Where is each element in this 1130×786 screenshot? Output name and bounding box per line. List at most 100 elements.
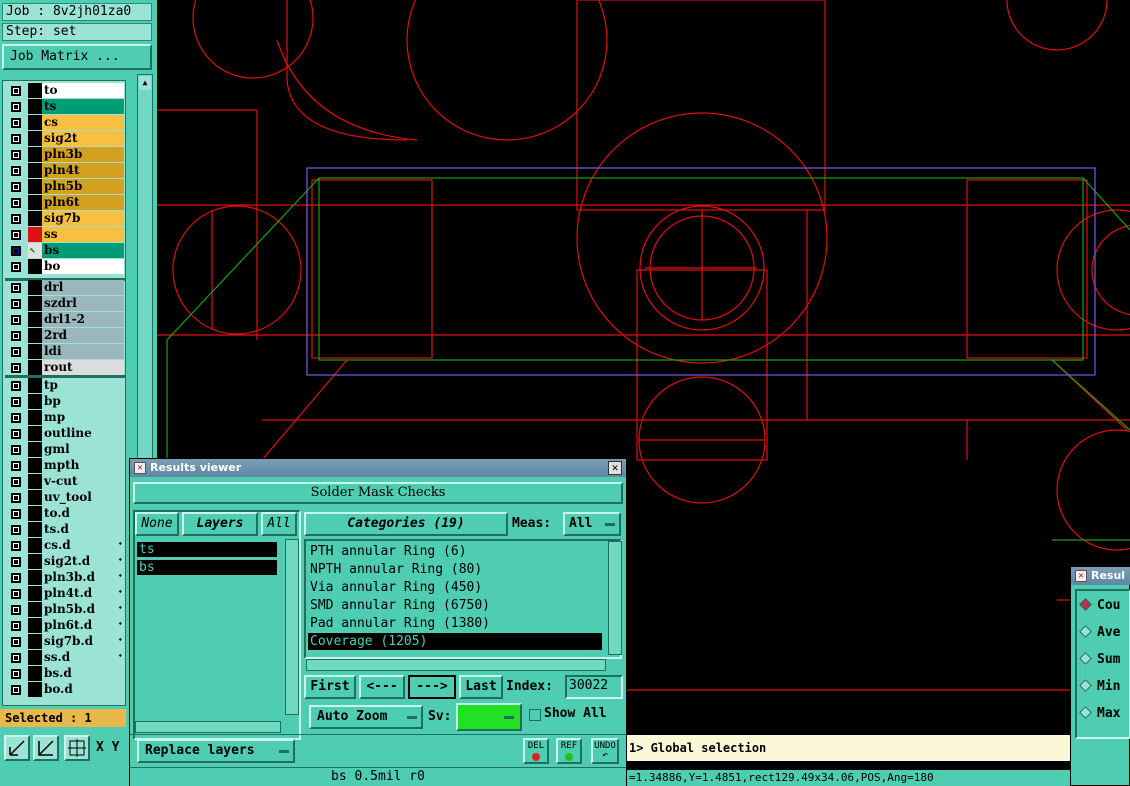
layer-checkbox[interactable] — [11, 262, 21, 272]
index-field[interactable]: 30022 — [565, 675, 623, 699]
layer-checkbox[interactable] — [11, 589, 21, 599]
layer-state-marker[interactable] — [28, 115, 42, 130]
layer-name[interactable]: sig7b — [42, 211, 124, 226]
category-item[interactable]: Pad annular Ring (1380) — [308, 615, 602, 632]
layer-row[interactable]: cs.d ⬩ — [5, 538, 125, 554]
layer-name[interactable]: ldi — [42, 344, 124, 359]
next-button[interactable]: ---> — [408, 675, 456, 699]
layer-name[interactable]: uv_tool — [42, 490, 124, 505]
layer-row[interactable]: pln6t.d ⬩ — [5, 618, 125, 634]
layer-row[interactable]: sig7b.d ⬩ — [5, 634, 125, 650]
layer-checkbox[interactable] — [11, 283, 21, 293]
stats-option[interactable]: Max — [1079, 705, 1129, 723]
layer-checkbox[interactable] — [11, 477, 21, 487]
category-item[interactable]: SMD annular Ring (6750) — [308, 597, 602, 614]
layer-row[interactable]: uv_tool — [5, 490, 125, 506]
layer-row[interactable]: pln3b.d ⬩ — [5, 570, 125, 586]
layer-checkbox[interactable] — [11, 214, 21, 224]
layers-scrollbar[interactable] — [285, 539, 299, 715]
check-name-button[interactable]: Solder Mask Checks — [133, 482, 623, 504]
layer-state-marker[interactable] — [28, 602, 42, 617]
replace-layers-select[interactable]: Replace layers — [137, 739, 295, 763]
layer-row[interactable]: sig2t.d ⬩ — [5, 554, 125, 570]
layer-name[interactable]: v-cut — [42, 474, 124, 489]
layer-checkbox[interactable] — [11, 347, 21, 357]
layer-row[interactable]: bo — [5, 259, 125, 275]
layer-state-marker[interactable] — [28, 682, 42, 697]
layer-state-marker[interactable] — [28, 312, 42, 327]
job-matrix-button[interactable]: Job Matrix ... — [2, 44, 152, 70]
layer-name[interactable]: ss.d — [42, 650, 124, 665]
category-item[interactable]: PTH annular Ring (6) — [308, 543, 602, 560]
undo-button[interactable]: UNDO ↶ — [591, 738, 619, 764]
layer-checkbox[interactable] — [11, 166, 21, 176]
layer-name[interactable]: cs.d — [42, 538, 124, 553]
layer-name[interactable]: bs — [42, 243, 124, 258]
scroll-up-icon[interactable]: ▲ — [139, 76, 151, 90]
layer-checkbox[interactable] — [11, 397, 21, 407]
layer-checkbox[interactable] — [11, 461, 21, 471]
layer-name[interactable]: ts.d — [42, 522, 124, 537]
layer-checkbox[interactable] — [11, 509, 21, 519]
delete-button[interactable]: DEL — [523, 738, 549, 764]
layer-state-marker[interactable] — [28, 618, 42, 633]
categories-scrollbar[interactable] — [608, 541, 622, 655]
layer-state-marker[interactable] — [28, 378, 42, 393]
layer-row[interactable]: gml — [5, 442, 125, 458]
layer-state-marker[interactable] — [28, 458, 42, 473]
layer-name[interactable]: sig2t — [42, 131, 124, 146]
layer-checkbox[interactable] — [11, 669, 21, 679]
layer-row[interactable]: ss.d ⬩ — [5, 650, 125, 666]
layer-state-marker[interactable] — [28, 522, 42, 537]
layer-state-marker[interactable] — [28, 554, 42, 569]
layer-row[interactable]: pln4t.d ⬩ — [5, 586, 125, 602]
layer-name[interactable]: pln6t.d — [42, 618, 124, 633]
layer-name[interactable]: drl — [42, 280, 124, 295]
layer-row[interactable]: to — [5, 83, 125, 99]
layer-state-marker[interactable] — [28, 259, 42, 274]
layer-name[interactable]: mpth — [42, 458, 124, 473]
severity-select[interactable] — [456, 703, 522, 731]
layer-checkbox[interactable] — [11, 331, 21, 341]
layer-row[interactable]: bo.d — [5, 682, 125, 698]
layer-state-marker[interactable] — [28, 99, 42, 114]
layer-checkbox[interactable] — [11, 653, 21, 663]
layer-row[interactable]: pln6t — [5, 195, 125, 211]
category-item[interactable]: Via annular Ring (450) — [308, 579, 602, 596]
meas-select[interactable]: All — [563, 512, 621, 536]
layer-row[interactable]: pln5b — [5, 179, 125, 195]
layer-name[interactable]: pln6t — [42, 195, 124, 210]
layer-name[interactable]: pln4t.d — [42, 586, 124, 601]
layer-name[interactable]: pln3b.d — [42, 570, 124, 585]
layer-checkbox[interactable] — [11, 413, 21, 423]
zoom-area-icon[interactable] — [4, 735, 30, 761]
layer-row[interactable]: sig7b — [5, 211, 125, 227]
work-layer-arrow-icon[interactable]: ⬉ — [28, 243, 42, 258]
layer-result-item[interactable]: bs — [137, 560, 277, 575]
layer-name[interactable]: pln5b — [42, 179, 124, 194]
layer-checkbox[interactable] — [11, 605, 21, 615]
layer-checkbox[interactable] — [11, 102, 21, 112]
layer-state-marker[interactable] — [28, 506, 42, 521]
layer-checkbox[interactable] — [11, 685, 21, 695]
layer-result-item[interactable]: ts — [137, 542, 277, 557]
layer-name[interactable]: gml — [42, 442, 124, 457]
layer-row[interactable]: v-cut — [5, 474, 125, 490]
layer-name[interactable]: ts — [42, 99, 124, 114]
radio-diamond-icon[interactable] — [1079, 598, 1092, 611]
prev-button[interactable]: <--- — [359, 675, 405, 699]
layer-state-marker[interactable] — [28, 280, 42, 295]
layer-state-marker[interactable] — [28, 83, 42, 98]
layer-checkbox[interactable] — [11, 363, 21, 373]
layer-name[interactable]: tp — [42, 378, 124, 393]
all-layers-button[interactable]: All — [261, 512, 297, 536]
last-button[interactable]: Last — [459, 675, 503, 699]
auto-zoom-select[interactable]: Auto Zoom — [309, 705, 423, 729]
radio-diamond-icon[interactable] — [1079, 625, 1092, 638]
show-all-checkbox[interactable] — [529, 709, 541, 721]
layer-row[interactable]: drl1-2 — [5, 312, 125, 328]
layer-checkbox[interactable] — [11, 315, 21, 325]
layer-state-marker[interactable] — [28, 538, 42, 553]
layers-hscrollbar[interactable] — [135, 721, 281, 733]
layer-checkbox[interactable] — [11, 621, 21, 631]
